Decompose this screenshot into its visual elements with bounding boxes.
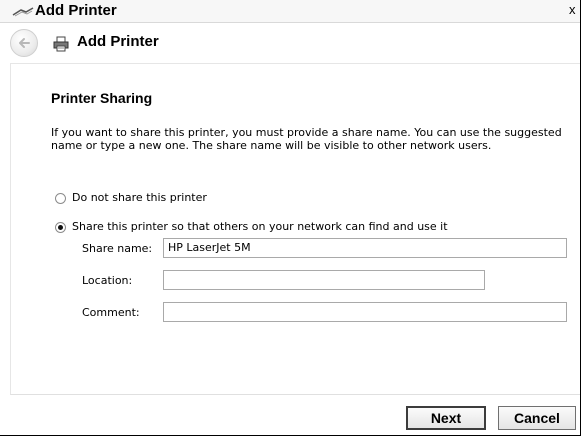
share-printer-label: Share this printer so that others on you…	[72, 220, 448, 233]
page-description: If you want to share this printer, you m…	[51, 126, 562, 152]
wizard-content: Printer Sharing If you want to share thi…	[10, 63, 580, 395]
next-button[interactable]: Next	[406, 406, 486, 430]
location-field[interactable]	[163, 270, 485, 290]
do-not-share-label: Do not share this printer	[72, 191, 207, 204]
back-button[interactable]	[10, 29, 38, 57]
page-heading: Printer Sharing	[51, 90, 153, 106]
wizard-title: Add Printer	[77, 33, 159, 50]
location-label: Location:	[82, 274, 133, 287]
comment-field[interactable]	[163, 302, 567, 322]
do-not-share-radio[interactable]	[55, 193, 66, 204]
printer-wizard-icon	[12, 7, 34, 17]
back-arrow-icon	[19, 38, 30, 48]
comment-label: Comment:	[82, 306, 140, 319]
close-button[interactable]: x	[569, 3, 581, 17]
window-title: Add Printer	[35, 2, 117, 19]
share-printer-radio[interactable]	[55, 222, 66, 233]
printer-icon	[53, 36, 69, 52]
add-printer-window: Add Printer x Add Printer Printer Sharin…	[0, 0, 581, 436]
navigation-bar: Add Printer	[0, 23, 580, 63]
share-name-field[interactable]: HP LaserJet 5M	[163, 238, 567, 258]
share-name-label: Share name:	[82, 242, 153, 255]
cancel-button[interactable]: Cancel	[498, 406, 576, 430]
wizard-footer: Next Cancel	[0, 395, 580, 435]
title-bar: Add Printer x	[0, 0, 580, 23]
